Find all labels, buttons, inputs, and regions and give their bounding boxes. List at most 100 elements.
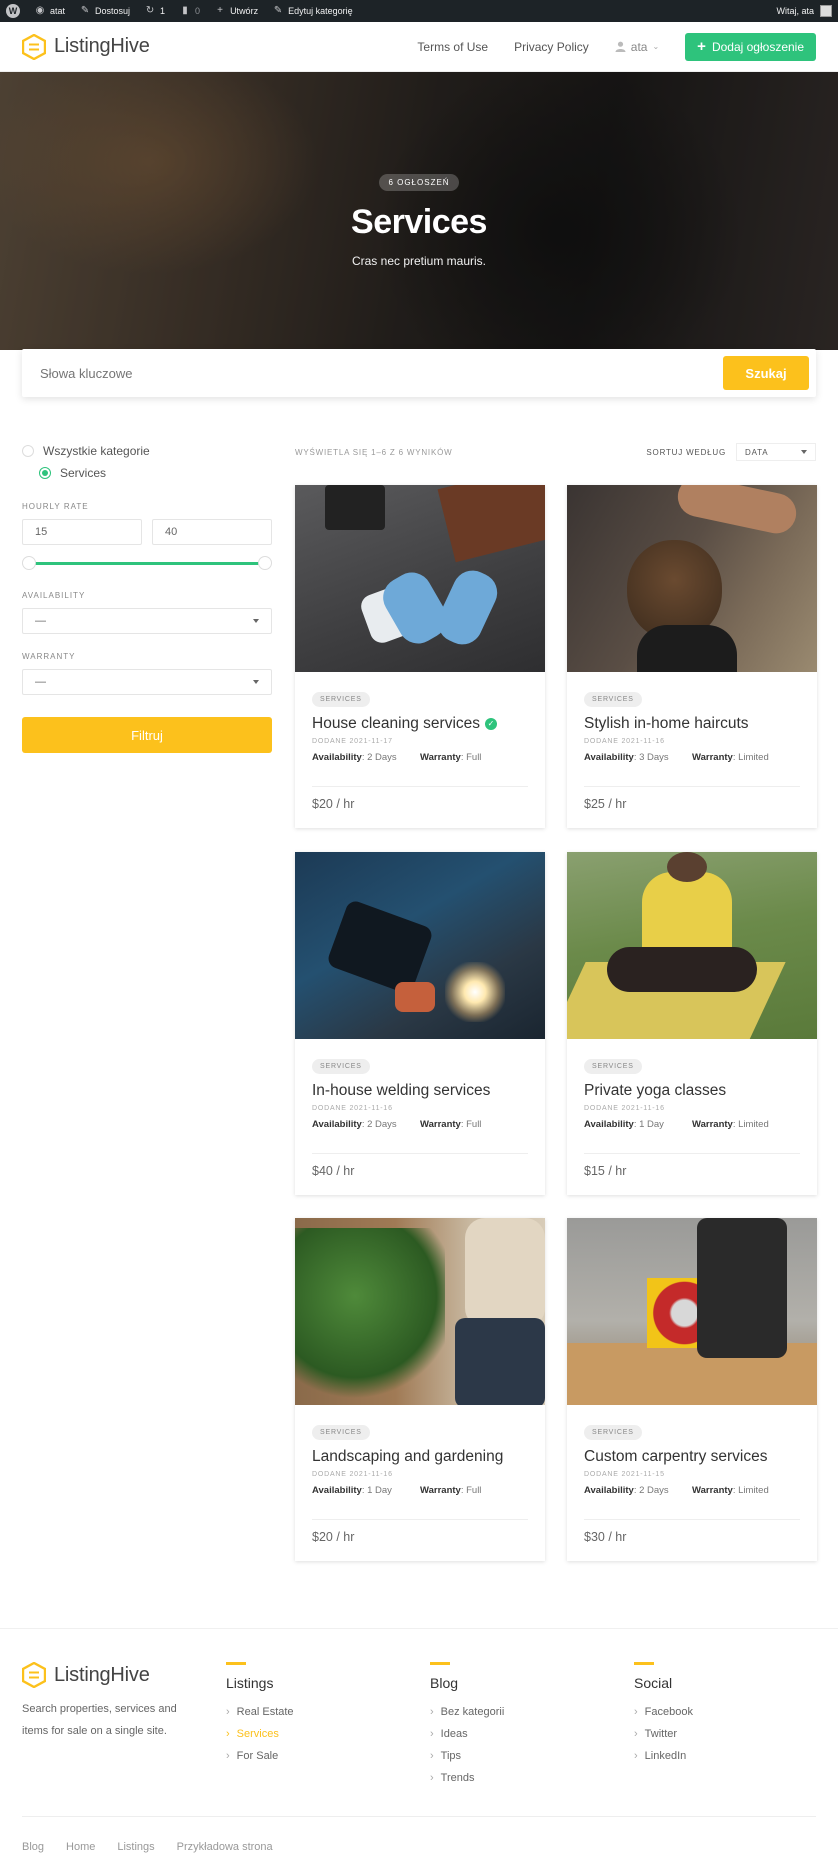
category-option-all[interactable]: Wszystkie kategorie — [22, 440, 272, 462]
availability-select[interactable]: — — [22, 608, 272, 634]
footer-link-label: Real Estate — [236, 1706, 294, 1718]
listing-title[interactable]: Private yoga classes — [584, 1082, 800, 1100]
brush-icon: ✎ — [80, 5, 90, 16]
attr-value: 2 Days — [367, 752, 397, 763]
search-button[interactable]: Szukaj — [723, 356, 809, 390]
footer-bottom-link-blog[interactable]: Blog — [22, 1841, 44, 1853]
wordpress-menu[interactable]: W — [6, 4, 20, 18]
caret-down-icon — [253, 680, 259, 684]
footer-link-tips[interactable]: › Tips — [430, 1745, 610, 1767]
footer-link-real-estate[interactable]: › Real Estate — [226, 1701, 406, 1723]
sort-select[interactable]: DATA — [736, 443, 816, 461]
filter-button[interactable]: Filtruj — [22, 717, 272, 753]
warranty-attr: Warranty: Limited — [692, 752, 769, 763]
chevron-right-icon: › — [226, 1728, 230, 1740]
listing-card[interactable]: SERVICES Stylish in-home haircuts DODANE… — [567, 485, 817, 828]
category-option-services[interactable]: Services — [22, 462, 272, 484]
footer-bottom-link-home[interactable]: Home — [66, 1841, 95, 1853]
divider — [312, 1153, 528, 1154]
verified-check-icon: ✓ — [485, 718, 498, 730]
listing-title[interactable]: Stylish in-home haircuts — [584, 715, 800, 733]
warranty-value: — — [35, 676, 46, 688]
listing-card[interactable]: SERVICES Landscaping and gardening DODAN… — [295, 1218, 545, 1561]
admin-updates[interactable]: ↻ 1 — [144, 5, 165, 17]
footer-bottom-link-listings[interactable]: Listings — [117, 1841, 154, 1853]
listing-image[interactable] — [567, 485, 817, 672]
hourly-rate-slider[interactable] — [22, 553, 272, 573]
admin-comments[interactable]: ▮ 0 — [179, 5, 200, 17]
divider — [584, 1153, 800, 1154]
footer-link-label: Services — [236, 1728, 279, 1740]
category-option-label: Wszystkie kategorie — [43, 444, 150, 458]
hourly-rate-label: HOURLY RATE — [22, 502, 89, 511]
site-logo[interactable]: ListingHive — [22, 33, 150, 60]
footer-link-facebook[interactable]: › Facebook — [634, 1701, 814, 1723]
category-badge[interactable]: SERVICES — [312, 1059, 370, 1074]
category-badge[interactable]: SERVICES — [312, 692, 370, 707]
footer-logo[interactable]: ListingHive — [22, 1662, 150, 1688]
warranty-label: WARRANTY — [22, 652, 76, 661]
attr-value: 1 Day — [639, 1119, 664, 1130]
listing-card[interactable]: SERVICES House cleaning services ✓ DODAN… — [295, 485, 545, 828]
new-label: Utwórz — [230, 6, 259, 16]
attr-value: Limited — [738, 1119, 769, 1130]
footer-link-bez-kategorii[interactable]: › Bez kategorii — [430, 1701, 610, 1723]
admin-site-name[interactable]: ◉ atat — [34, 5, 65, 17]
listing-image[interactable] — [567, 1218, 817, 1405]
attr-label: Availability — [312, 1485, 362, 1496]
footer-link-ideas[interactable]: › Ideas — [430, 1723, 610, 1745]
slider-handle-min[interactable] — [22, 556, 36, 570]
category-badge[interactable]: SERVICES — [312, 1425, 370, 1440]
category-badge[interactable]: SERVICES — [584, 692, 642, 707]
listing-attributes: Availability: 1 Day Warranty: Limited — [584, 1119, 800, 1130]
listing-card[interactable]: SERVICES Private yoga classes DODANE 202… — [567, 852, 817, 1195]
listing-title[interactable]: Custom carpentry services — [584, 1448, 800, 1466]
footer-bottom-link-sample-page[interactable]: Przykładowa strona — [177, 1841, 273, 1853]
listing-title-text: Landscaping and gardening — [312, 1448, 504, 1465]
admin-new[interactable]: + Utwórz — [214, 5, 258, 17]
footer-link-twitter[interactable]: › Twitter — [634, 1723, 814, 1745]
listing-attributes: Availability: 2 Days Warranty: Full — [312, 1119, 528, 1130]
nav-terms-of-use[interactable]: Terms of Use — [417, 40, 488, 54]
footer-link-label: Trends — [440, 1772, 475, 1784]
warranty-attr: Warranty: Full — [420, 752, 482, 763]
listing-image[interactable] — [295, 1218, 545, 1405]
listing-title[interactable]: In-house welding services — [312, 1082, 528, 1100]
rate-min-input[interactable]: 15 — [22, 519, 142, 545]
pencil-icon: ✎ — [273, 5, 283, 16]
category-badge[interactable]: SERVICES — [584, 1059, 642, 1074]
listing-image[interactable] — [295, 852, 545, 1039]
listing-count-badge: 6 OGŁOSZEŃ — [379, 174, 459, 191]
filter-sidebar: Wszystkie kategorie Services HOURLY RATE… — [22, 440, 272, 753]
availability-attr: Availability: 2 Days — [584, 1485, 669, 1496]
listing-image[interactable] — [295, 485, 545, 672]
footer-link-for-sale[interactable]: › For Sale — [226, 1745, 406, 1767]
listing-card[interactable]: SERVICES In-house welding services DODAN… — [295, 852, 545, 1195]
listing-card[interactable]: SERVICES Custom carpentry services DODAN… — [567, 1218, 817, 1561]
results-toolbar: WYŚWIETLA SIĘ 1–6 Z 6 WYNIKÓW SORTUJ WED… — [295, 443, 816, 461]
footer-link-trends[interactable]: › Trends — [430, 1767, 610, 1789]
page-title: Services — [351, 203, 487, 241]
rate-max-input[interactable]: 40 — [152, 519, 272, 545]
listing-title[interactable]: House cleaning services ✓ — [312, 715, 528, 733]
category-badge[interactable]: SERVICES — [584, 1425, 642, 1440]
admin-customize[interactable]: ✎ Dostosuj — [79, 5, 130, 17]
user-menu[interactable]: ata ⌄ — [615, 40, 659, 54]
warranty-attr: Warranty: Limited — [692, 1119, 769, 1130]
keyword-search-input[interactable] — [40, 365, 723, 381]
listing-image[interactable] — [567, 852, 817, 1039]
nav-privacy-policy[interactable]: Privacy Policy — [514, 40, 589, 54]
listing-title[interactable]: Landscaping and gardening — [312, 1448, 528, 1466]
chevron-right-icon: › — [430, 1728, 434, 1740]
admin-edit-category[interactable]: ✎ Edytuj kategorię — [272, 5, 353, 17]
slider-handle-max[interactable] — [258, 556, 272, 570]
add-listing-button[interactable]: + Dodaj ogłoszenie — [685, 32, 816, 61]
edit-category-label: Edytuj kategorię — [288, 6, 353, 16]
footer-link-services[interactable]: › Services — [226, 1723, 406, 1745]
admin-account[interactable]: Witaj, ata — [776, 5, 832, 17]
warranty-select[interactable]: — — [22, 669, 272, 695]
footer-link-linkedin[interactable]: › LinkedIn — [634, 1745, 814, 1767]
divider — [584, 1519, 800, 1520]
comment-icon: ▮ — [182, 5, 188, 16]
attr-label: Warranty — [692, 1119, 733, 1130]
